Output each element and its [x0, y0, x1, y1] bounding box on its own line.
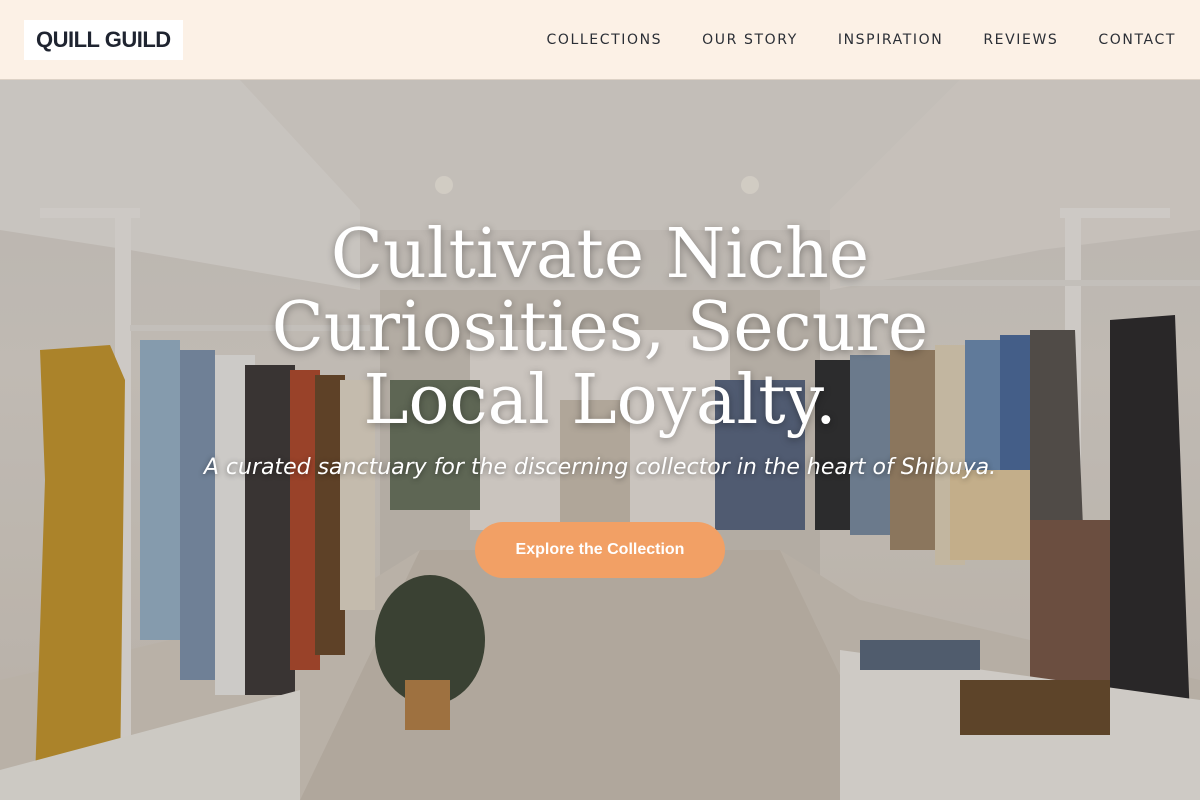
hero-subtitle: A curated sanctuary for the discerning c…	[203, 455, 997, 480]
main-nav: COLLECTIONS OUR STORY INSPIRATION REVIEW…	[546, 32, 1176, 48]
explore-collection-button[interactable]: Explore the Collection	[475, 522, 725, 578]
nav-link-inspiration[interactable]: INSPIRATION	[838, 32, 943, 48]
nav-link-reviews[interactable]: REVIEWS	[983, 32, 1058, 48]
hero-title: Cultivate Niche Curiosities, Secure Loca…	[271, 215, 929, 440]
nav-link-contact[interactable]: CONTACT	[1098, 32, 1176, 48]
brand-logo[interactable]: QUILL GUILD	[24, 19, 183, 60]
hero-section: Cultivate Niche Curiosities, Secure Loca…	[0, 80, 1200, 800]
top-navbar: QUILL GUILD COLLECTIONS OUR STORY INSPIR…	[0, 0, 1200, 80]
nav-link-collections[interactable]: COLLECTIONS	[546, 32, 662, 48]
hero-content: Cultivate Niche Curiosities, Secure Loca…	[0, 80, 1200, 800]
nav-link-our-story[interactable]: OUR STORY	[702, 32, 798, 48]
